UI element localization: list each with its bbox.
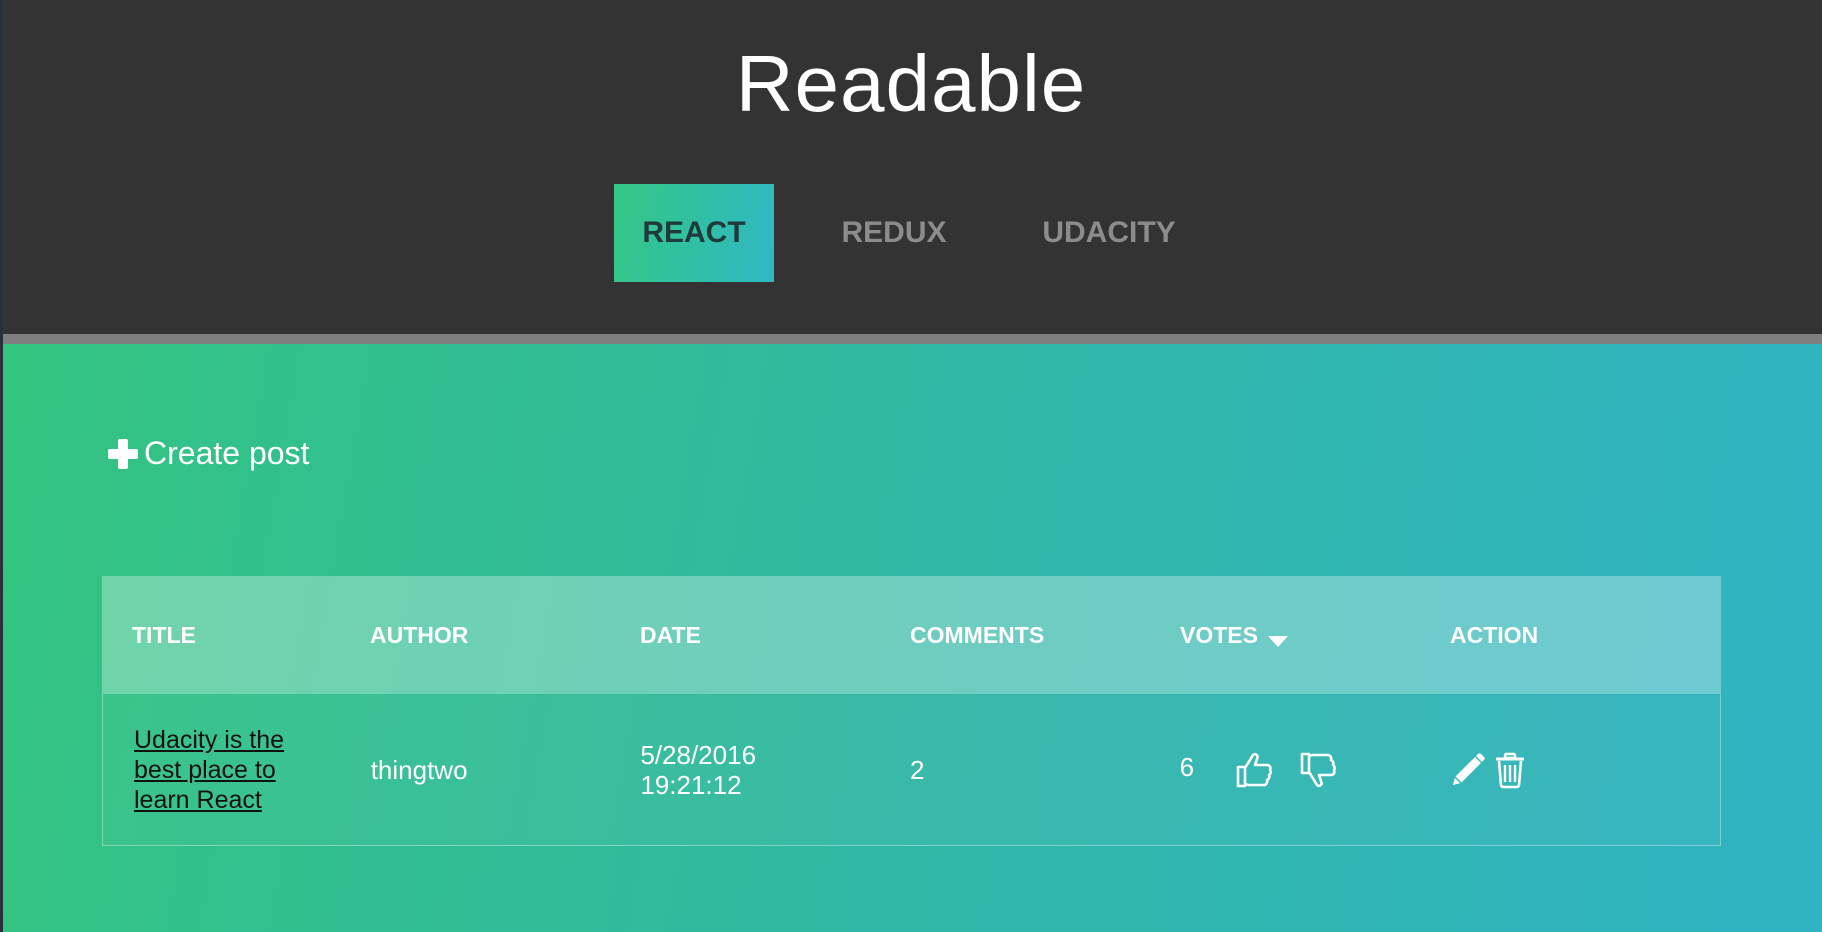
cell-votes: 6	[1180, 750, 1450, 790]
app-header: Readable REACT REDUX UDACITY	[0, 0, 1822, 334]
tab-react[interactable]: REACT	[614, 184, 774, 282]
post-date: 5/28/2016	[640, 739, 757, 770]
post-time: 19:21:12	[640, 769, 742, 800]
tab-udacity[interactable]: UDACITY	[1014, 184, 1204, 282]
cell-title: Udacity is the best place to learn React	[103, 725, 371, 815]
main-content: Create post TITLE AUTHOR DATE COMMENTS V…	[0, 344, 1822, 932]
table-header: TITLE AUTHOR DATE COMMENTS VOTES ACTION	[102, 576, 1721, 694]
column-header-votes[interactable]: VOTES	[1180, 622, 1450, 649]
vote-count: 6	[1179, 751, 1195, 782]
tab-redux[interactable]: REDUX	[774, 184, 1014, 282]
cell-action	[1449, 751, 1720, 789]
trash-icon[interactable]	[1491, 751, 1529, 789]
app-title: Readable	[735, 39, 1087, 128]
pencil-icon[interactable]	[1449, 751, 1487, 789]
create-post-button[interactable]: Create post	[106, 435, 309, 472]
header-divider	[0, 334, 1822, 344]
column-header-action: ACTION	[1450, 621, 1539, 648]
column-header-comments: COMMENTS	[910, 621, 1045, 648]
thumbs-down-icon[interactable]	[1298, 750, 1338, 790]
cell-comments: 2	[910, 754, 925, 785]
create-post-label: Create post	[144, 435, 310, 471]
category-nav: REACT REDUX UDACITY	[614, 184, 1204, 282]
posts-table: TITLE AUTHOR DATE COMMENTS VOTES ACTION …	[102, 576, 1721, 846]
caret-down-icon[interactable]	[1267, 635, 1288, 647]
plus-icon	[106, 437, 140, 471]
thumbs-up-icon[interactable]	[1234, 750, 1274, 790]
column-header-title: TITLE	[132, 621, 196, 648]
column-header-date: DATE	[640, 621, 701, 648]
table-row: Udacity is the best place to learn React…	[102, 694, 1721, 846]
column-header-author: AUTHOR	[370, 621, 469, 648]
cell-author: thingtwo	[370, 754, 468, 785]
post-title-link[interactable]: Udacity is the best place to learn React	[134, 725, 334, 815]
window-edge	[0, 0, 3, 932]
cell-date: 5/28/2016 19:21:12	[640, 740, 910, 800]
column-header-votes-label: VOTES	[1180, 621, 1258, 648]
